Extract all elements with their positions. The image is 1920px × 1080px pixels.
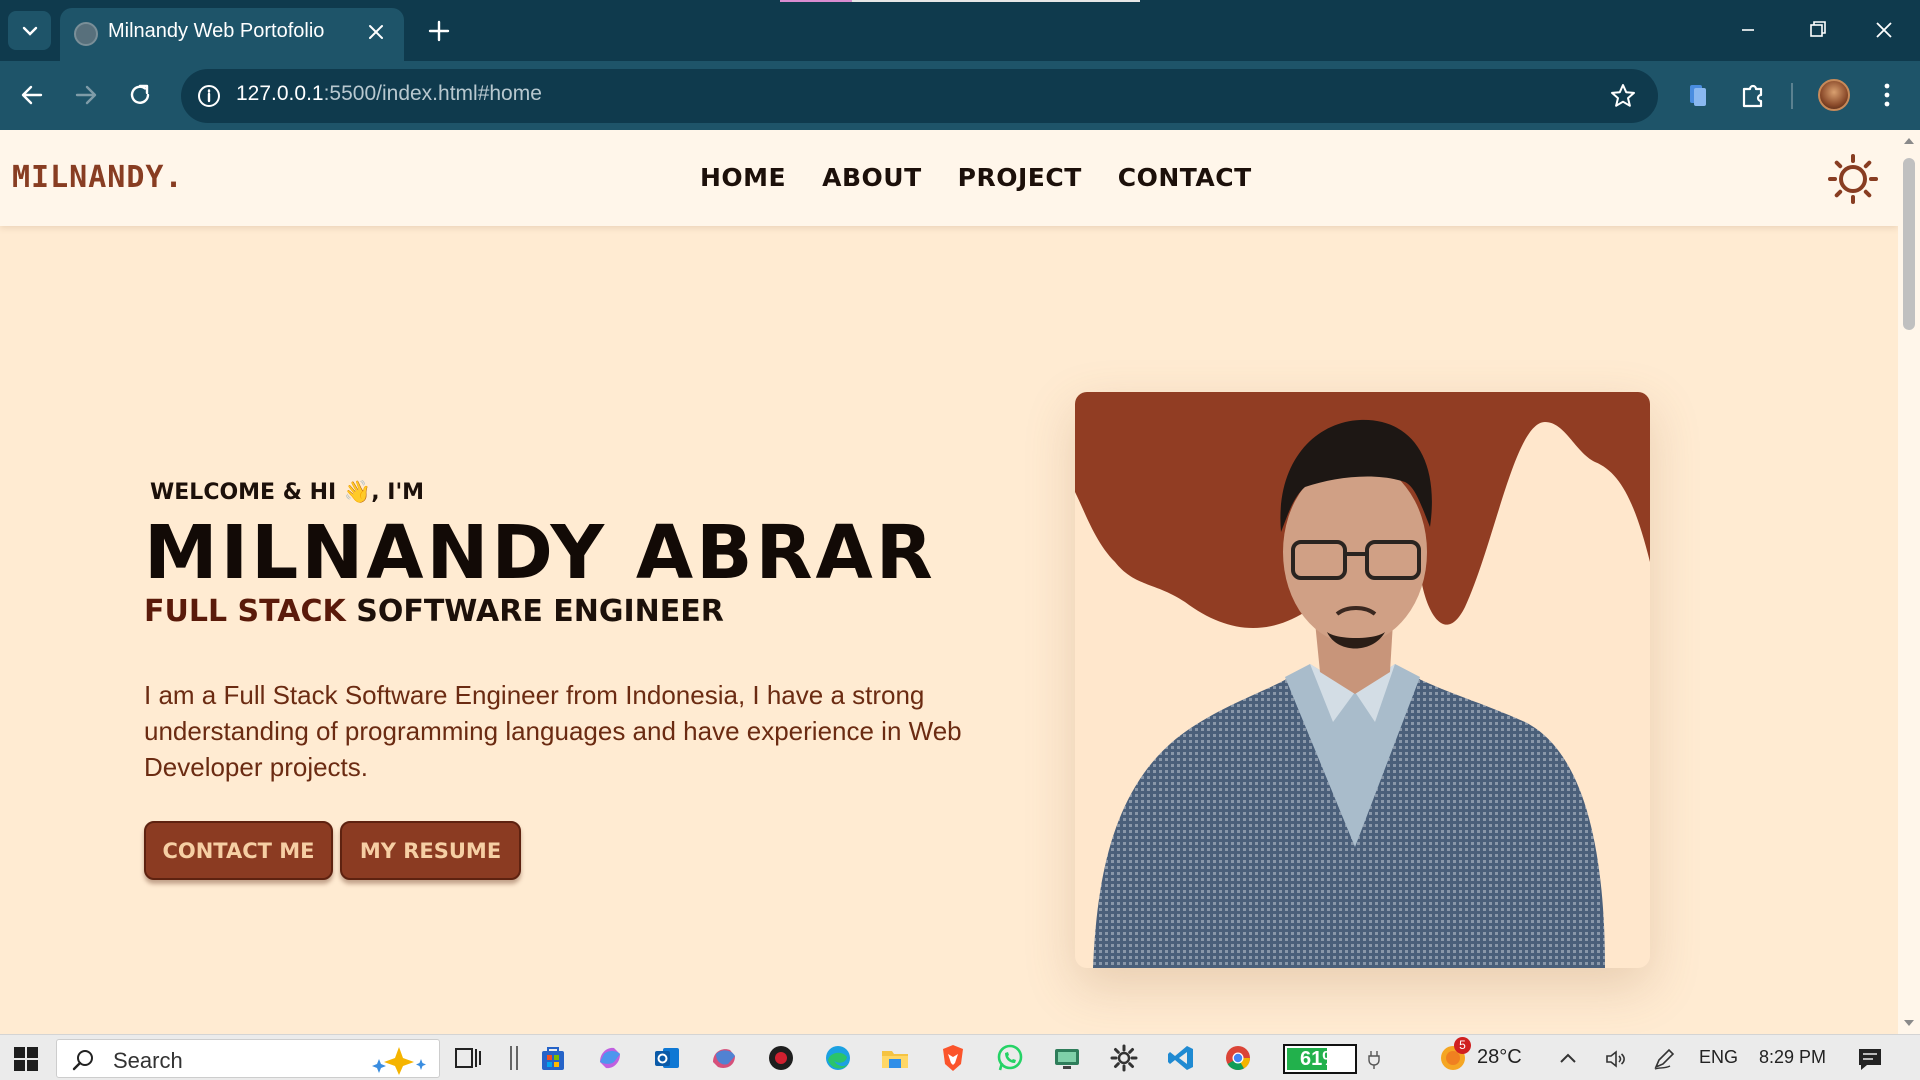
nav-link-project[interactable]: PROJECT <box>958 163 1082 192</box>
settings-gear-icon[interactable] <box>1108 1042 1140 1074</box>
nav-link-contact[interactable]: CONTACT <box>1118 163 1252 192</box>
whatsapp-icon[interactable] <box>994 1042 1026 1074</box>
copilot-sparkle-icon <box>372 1047 426 1075</box>
pen-icon[interactable] <box>1652 1047 1676 1071</box>
profile-photo <box>1075 392 1650 968</box>
tab-search-button[interactable] <box>8 11 51 50</box>
role-part-2: SOFTWARE ENGINEER <box>356 594 724 629</box>
m365-icon[interactable] <box>708 1042 740 1074</box>
windows-start-icon[interactable] <box>14 1047 38 1071</box>
url-path: :5500/index.html#home <box>323 82 542 105</box>
hero-role: FULL STACK SOFTWARE ENGINEER <box>144 594 724 629</box>
loading-indicator <box>780 0 1140 2</box>
globe-icon <box>74 22 98 46</box>
browser-tab-active[interactable]: Milnandy Web Portofolio <box>60 8 404 61</box>
profile-avatar[interactable] <box>1818 79 1850 111</box>
new-tab-icon[interactable] <box>424 16 454 46</box>
minimize-icon[interactable] <box>1728 12 1768 48</box>
power-plug-icon <box>1368 1051 1380 1069</box>
monitor-app-icon[interactable] <box>1051 1042 1083 1074</box>
profile-photo-card <box>1075 392 1650 968</box>
outlook-icon[interactable] <box>651 1042 683 1074</box>
info-icon[interactable] <box>195 82 223 110</box>
forward-arrow-icon[interactable] <box>68 77 104 113</box>
contact-me-button[interactable]: CONTACT ME <box>144 821 333 880</box>
nav-link-about[interactable]: ABOUT <box>822 163 922 192</box>
hero-name: MILNANDY ABRAR <box>144 510 936 596</box>
hero-bio: I am a Full Stack Software Engineer from… <box>144 680 962 782</box>
chevron-up-icon[interactable] <box>1556 1047 1580 1071</box>
store-icon[interactable] <box>537 1042 569 1074</box>
my-resume-button[interactable]: MY RESUME <box>340 821 521 880</box>
temperature[interactable]: 28°C <box>1477 1046 1522 1069</box>
extensions-puzzle-icon[interactable] <box>1735 77 1771 113</box>
notification-icon[interactable] <box>1857 1047 1883 1071</box>
chevron-down-icon <box>22 26 37 36</box>
browser-tab-strip: Milnandy Web Portofolio <box>0 0 1920 61</box>
brave-browser-icon[interactable] <box>937 1042 969 1074</box>
hero-greeting: WELCOME & HI 👋, I'M <box>150 480 425 505</box>
search-placeholder: Search <box>113 1048 183 1073</box>
input-language[interactable]: ENG <box>1699 1047 1738 1068</box>
taskbar-search[interactable]: Search <box>56 1039 440 1078</box>
toolbar-divider <box>1791 83 1793 109</box>
nav-link-home[interactable]: HOME <box>700 163 786 192</box>
vscode-icon[interactable] <box>1165 1042 1197 1074</box>
scroll-thumb[interactable] <box>1903 158 1915 330</box>
role-part-1: FULL STACK <box>144 594 346 629</box>
task-view-icon[interactable] <box>452 1042 484 1074</box>
page-viewport: MILNANDY. HOME ABOUT PROJECT CONTACT WEL… <box>0 130 1898 1034</box>
battery-indicator[interactable]: 61% <box>1283 1044 1357 1074</box>
volume-icon[interactable] <box>1604 1047 1628 1071</box>
page-scrollbar[interactable] <box>1898 130 1920 1034</box>
sun-icon[interactable] <box>1826 152 1880 206</box>
restore-icon[interactable] <box>1797 12 1837 48</box>
browser-toolbar: 127.0.0.1:5500/index.html#home <box>0 61 1920 130</box>
edge-icon[interactable] <box>822 1042 854 1074</box>
tab-title: Milnandy Web Portofolio <box>108 20 325 42</box>
site-header: MILNANDY. HOME ABOUT PROJECT CONTACT <box>0 130 1898 226</box>
bookmark-star-icon[interactable] <box>1608 81 1638 111</box>
battery-percent: 61% <box>1299 1048 1341 1070</box>
more-menu-icon[interactable] <box>1872 77 1902 113</box>
site-logo[interactable]: MILNANDY. <box>12 160 184 195</box>
copilot-icon[interactable] <box>594 1042 626 1074</box>
system-clock[interactable]: 8:29 PM <box>1759 1047 1826 1068</box>
scroll-down-arrow-icon[interactable] <box>1903 1018 1915 1028</box>
search-icon <box>72 1050 93 1071</box>
url-host: 127.0.0.1 <box>236 82 324 105</box>
divider-bars-icon <box>510 1046 518 1070</box>
weather-badge: 5 <box>1454 1037 1471 1054</box>
main-nav: HOME ABOUT PROJECT CONTACT <box>700 163 1252 192</box>
window-close-icon[interactable] <box>1864 12 1904 48</box>
address-bar[interactable]: 127.0.0.1:5500/index.html#home <box>181 69 1658 123</box>
document-extension-icon[interactable] <box>1680 77 1716 113</box>
back-arrow-icon[interactable] <box>14 77 50 113</box>
reload-icon[interactable] <box>122 77 158 113</box>
file-explorer-icon[interactable] <box>879 1042 911 1074</box>
windows-taskbar: Search 61% 5 28°C ENG 8:29 PM <box>0 1034 1920 1080</box>
close-icon[interactable] <box>362 18 390 46</box>
scroll-up-arrow-icon[interactable] <box>1903 136 1915 146</box>
chrome-icon[interactable] <box>1222 1042 1254 1074</box>
url-text: 127.0.0.1:5500/index.html#home <box>236 82 542 106</box>
brave-lion-red-icon[interactable] <box>765 1042 797 1074</box>
